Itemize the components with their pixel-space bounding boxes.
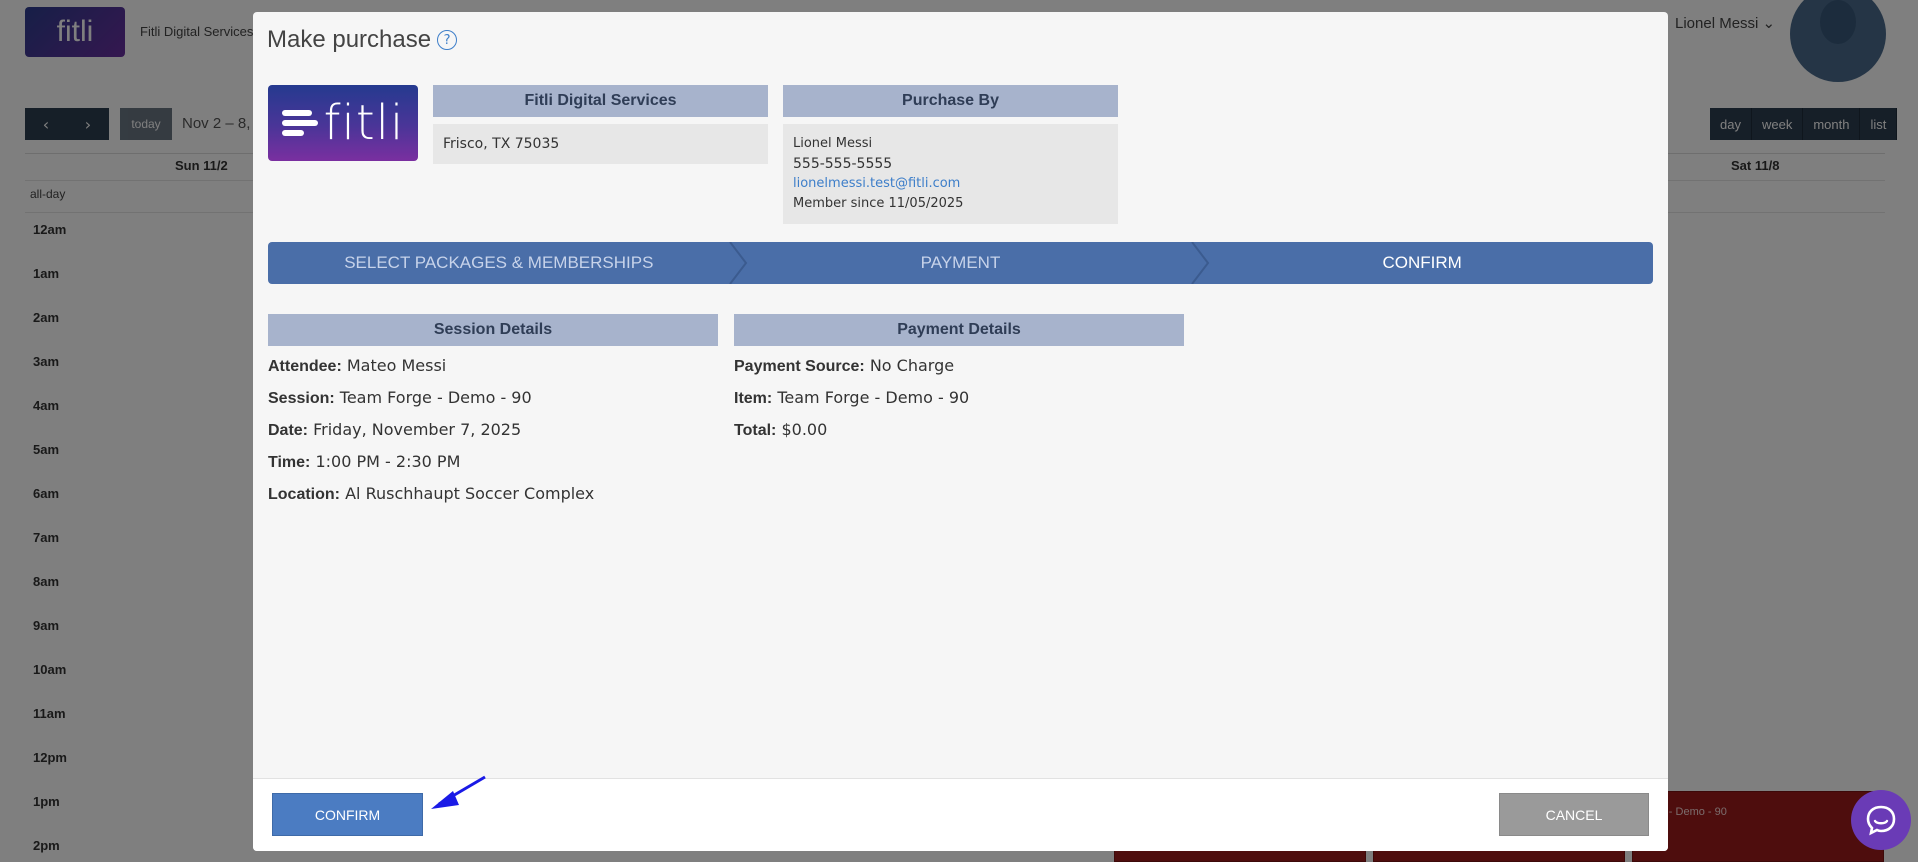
session-details: Session Details Attendee: Mateo Messi Se… (268, 314, 718, 506)
purchaser-info: Purchase By Lionel Messi 555-555-5555 li… (783, 85, 1118, 224)
vendor-heading: Fitli Digital Services (433, 85, 768, 117)
detail-label: Item: (734, 390, 773, 407)
chat-icon (1866, 805, 1896, 836)
detail-label: Session: (268, 390, 335, 407)
vendor-address: Frisco, TX 75035 (443, 136, 560, 152)
detail-row: Session: Team Forge - Demo - 90 (268, 388, 718, 410)
detail-row: Payment Source: No Charge (734, 356, 1184, 378)
payment-details: Payment Details Payment Source: No Charg… (734, 314, 1184, 442)
detail-label: Location: (268, 486, 340, 503)
step-dividers (729, 242, 1210, 284)
chat-widget-button[interactable] (1851, 790, 1911, 850)
vendor-body: Frisco, TX 75035 (433, 124, 768, 164)
detail-value: $0.00 (781, 420, 828, 439)
purchase-steps: SELECT PACKAGES & MEMBERSHIPS PAYMENT CO… (268, 242, 1653, 284)
detail-label: Date: (268, 422, 309, 439)
purchaser-body: Lionel Messi 555-555-5555 lionelmessi.te… (783, 124, 1118, 224)
vendor-info: Fitli Digital Services Frisco, TX 75035 (433, 85, 768, 164)
detail-row: Date: Friday, November 7, 2025 (268, 420, 718, 442)
modal-title-text: Make purchase (267, 26, 432, 53)
detail-value: Team Forge - Demo - 90 (339, 388, 532, 407)
modal-title: Make purchase ? (267, 26, 458, 54)
detail-row: Location: Al Ruschhaupt Soccer Complex (268, 484, 718, 506)
member-since: Member since 11/05/2025 (793, 196, 964, 211)
session-details-heading: Session Details (268, 314, 718, 346)
detail-row: Time: 1:00 PM - 2:30 PM (268, 452, 718, 474)
help-icon[interactable]: ? (437, 30, 458, 50)
payment-details-heading: Payment Details (734, 314, 1184, 346)
purchaser-name: Lionel Messi (793, 136, 873, 151)
detail-value: Al Ruschhaupt Soccer Complex (345, 484, 595, 503)
detail-label: Attendee: (268, 358, 342, 375)
detail-value: No Charge (869, 356, 955, 375)
detail-row: Attendee: Mateo Messi (268, 356, 718, 378)
detail-value: Team Forge - Demo - 90 (777, 388, 970, 407)
purchaser-phone: 555-555-5555 (793, 156, 893, 172)
logo-bars-icon (281, 110, 318, 136)
detail-value: Friday, November 7, 2025 (313, 420, 522, 439)
confirm-button[interactable]: CONFIRM (272, 793, 423, 836)
detail-value: 1:00 PM - 2:30 PM (315, 452, 461, 471)
detail-value: Mateo Messi (346, 356, 447, 375)
logo-text: fitli (323, 95, 405, 151)
modal-footer: CONFIRM CANCEL (253, 775, 1668, 851)
vendor-logo: fitli (268, 85, 418, 161)
detail-label: Payment Source: (734, 358, 865, 375)
detail-row: Item: Team Forge - Demo - 90 (734, 388, 1184, 410)
pointer-arrow-icon (431, 775, 486, 809)
detail-row: Total: $0.00 (734, 420, 1184, 442)
purchaser-email[interactable]: lionelmessi.test@fitli.com (793, 174, 1108, 194)
make-purchase-modal: Make purchase ? fitli Fitli Digital Serv… (253, 12, 1668, 851)
detail-label: Total: (734, 422, 777, 439)
purchaser-heading: Purchase By (783, 85, 1118, 117)
cancel-button[interactable]: CANCEL (1499, 793, 1649, 836)
detail-label: Time: (268, 454, 311, 471)
